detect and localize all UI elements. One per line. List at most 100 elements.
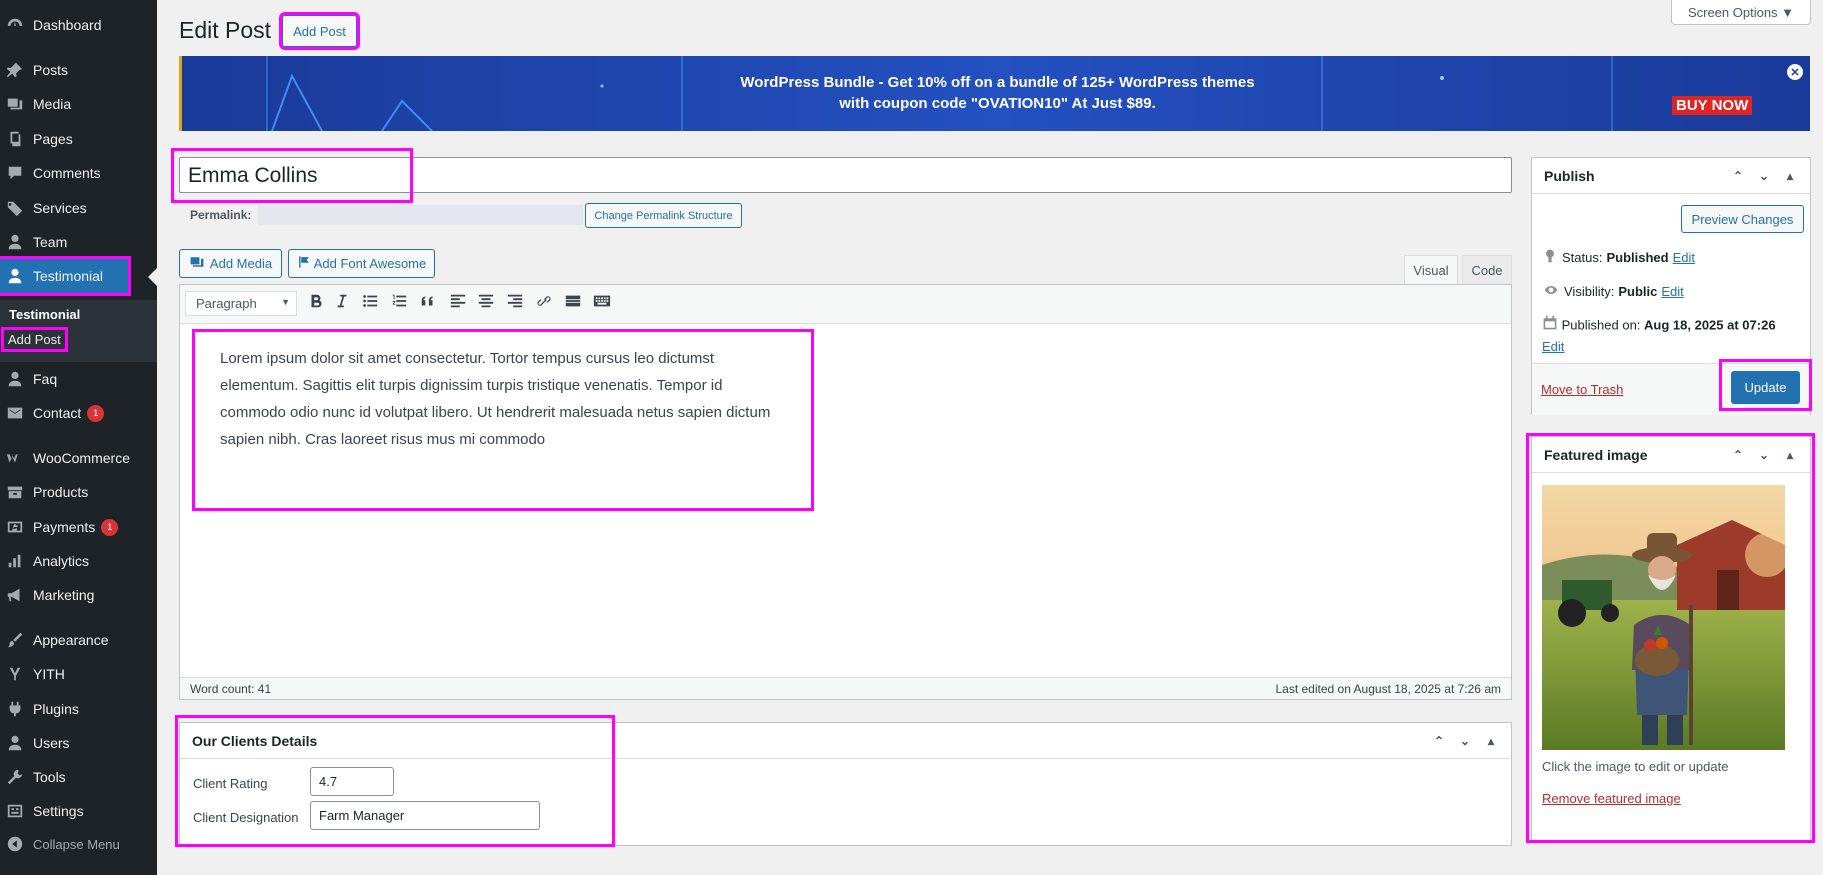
banner-close-icon[interactable]: ✕ [1787,64,1803,80]
sidebar-item-label: Tools [33,769,66,785]
tab-code[interactable]: Code [1462,255,1512,284]
clients-highlight [175,715,615,847]
toggle-arrow-icon[interactable]: ▴ [1483,734,1499,748]
change-permalink-button[interactable]: Change Permalink Structure [585,203,742,228]
sidebar-item-testimonial[interactable]: Testimonial [0,256,131,296]
format-select[interactable]: Paragraph ▼ [185,291,297,316]
sidebar-item-woocommerce[interactable]: WooCommerce [0,441,157,475]
collapse-menu-button[interactable]: Collapse Menu [0,827,157,861]
dashboard-icon [6,16,24,34]
sidebar-item-plugins[interactable]: Plugins [0,692,157,726]
pin-icon [1542,248,1558,267]
person-icon [6,734,24,752]
preview-changes-button[interactable]: Preview Changes [1681,205,1804,233]
sidebar-item-faq[interactable]: Faq [0,362,157,396]
sidebar-item-services[interactable]: Services [0,191,157,225]
read-more-icon [565,295,581,307]
sidebar-item-pages[interactable]: Pages [0,122,157,156]
sidebar-item-appearance[interactable]: Appearance [0,623,157,657]
edit-date-link[interactable]: Edit [1542,339,1564,354]
read-more-button[interactable] [562,290,584,312]
bullet-list-icon [363,295,378,307]
numbered-list-button[interactable] [388,290,410,312]
status-label: Status: [1562,250,1603,265]
sidebar-item-label: Testimonial [33,268,104,284]
promo-banner[interactable]: WordPress Bundle - Get 10% off on a bund… [179,56,1810,131]
permalink-url[interactable] [258,205,583,225]
sidebar-item-payments[interactable]: Payments 1 [0,510,157,544]
italic-button[interactable] [331,290,353,312]
post-title-input[interactable]: Emma Collins [188,164,318,188]
mail-icon [6,404,24,422]
buy-now-button[interactable]: BUY NOW [1672,96,1753,115]
tab-visual[interactable]: Visual [1404,255,1458,284]
screen-options-button[interactable]: Screen Options ▼ [1671,0,1811,25]
testimonial-submenu: Testimonial Add Post [0,300,157,362]
insert-link-button[interactable] [533,290,555,312]
yith-icon [6,665,24,683]
sidebar-item-label: WooCommerce [33,450,130,466]
settings-icon [6,802,24,820]
current-menu-arrow [148,268,157,286]
chevron-down-icon[interactable]: ⌄ [1457,734,1473,748]
sidebar-item-analytics[interactable]: Analytics [0,544,157,578]
sidebar-item-contact[interactable]: Contact 1 [0,396,157,430]
sidebar-item-media[interactable]: Media [0,87,157,121]
comment-icon [6,164,24,182]
sidebar-item-marketing[interactable]: Marketing [0,578,157,612]
collapse-icon [6,835,24,853]
sidebar-item-tools[interactable]: Tools [0,760,157,794]
chevron-up-icon[interactable]: ⌃ [1730,169,1746,183]
contact-count-badge: 1 [87,404,105,422]
post-title-field[interactable]: Emma Collins [171,148,1512,203]
edit-visibility-link[interactable]: Edit [1661,284,1683,299]
sidebar-item-label: Services [33,200,87,216]
sidebar-item-comments[interactable]: Comments [0,156,157,190]
blockquote-button[interactable] [417,290,439,312]
main-content: Edit Post Add Post Screen Options ▼ Word… [157,0,1823,875]
submenu-add-post[interactable]: Add Post [1,327,68,352]
megaphone-icon [6,586,24,604]
align-right-button[interactable] [504,290,526,312]
sidebar-item-products[interactable]: Products [0,475,157,509]
toggle-arrow-icon[interactable]: ▴ [1782,169,1798,183]
editor-body[interactable]: Lorem ipsum dolor sit amet consectetur. … [220,345,780,453]
toolbar-toggle-button[interactable] [591,290,613,312]
page-title: Edit Post [179,17,272,43]
edit-status-link[interactable]: Edit [1673,250,1695,265]
sidebar-item-label: Analytics [33,553,90,569]
bullet-list-button[interactable] [359,290,381,312]
sidebar-item-label: Media [33,96,72,112]
woo-icon [6,449,24,467]
add-media-button[interactable]: Add Media [179,249,282,278]
sidebar-item-label: Marketing [33,587,95,603]
add-font-awesome-button[interactable]: Add Font Awesome [288,249,435,278]
bold-button[interactable] [305,290,327,312]
keyboard-icon [593,295,611,307]
sidebar-item-yith[interactable]: YITH [0,657,157,691]
sidebar-item-users[interactable]: Users [0,726,157,760]
format-select-value: Paragraph [196,296,257,311]
add-post-button[interactable]: Add Post [279,12,360,50]
submenu-heading[interactable]: Testimonial [9,307,80,322]
sidebar-item-team[interactable]: Team [0,225,157,259]
add-media-label: Add Media [209,256,273,271]
chevron-down-icon[interactable]: ⌄ [1756,169,1772,183]
sidebar-item-posts[interactable]: Posts [0,53,157,87]
status-value: Published [1606,250,1669,265]
sidebar-item-dashboard[interactable]: Dashboard [0,8,157,42]
visibility-label: Visibility: [1564,284,1615,299]
sidebar-item-settings[interactable]: Settings [0,794,157,828]
align-center-icon [478,294,494,308]
align-left-button[interactable] [447,290,469,312]
sidebar-item-label: YITH [33,666,65,682]
move-to-trash-link[interactable]: Move to Trash [1541,382,1623,397]
banner-line-1: WordPress Bundle - Get 10% off on a bund… [740,74,1255,91]
chevron-up-icon[interactable]: ⌃ [1431,734,1447,748]
calendar-icon [1542,315,1558,337]
eye-icon [1542,282,1560,301]
sidebar-item-label: Users [33,735,70,751]
publish-header[interactable]: Publish ⌃ ⌄ ▴ [1532,158,1810,194]
align-center-button[interactable] [475,290,497,312]
brush-icon [6,631,24,649]
